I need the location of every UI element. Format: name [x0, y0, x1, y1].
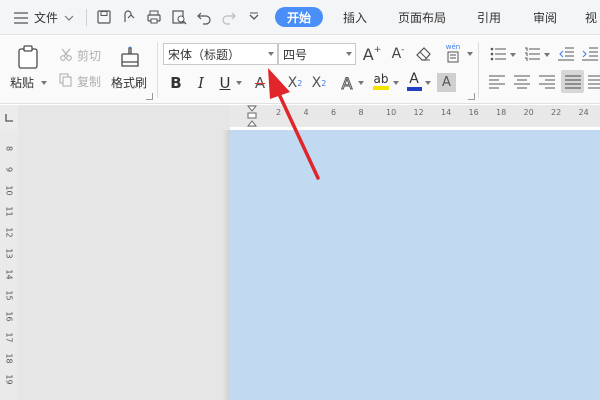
red-arrow-annotation [268, 68, 320, 180]
